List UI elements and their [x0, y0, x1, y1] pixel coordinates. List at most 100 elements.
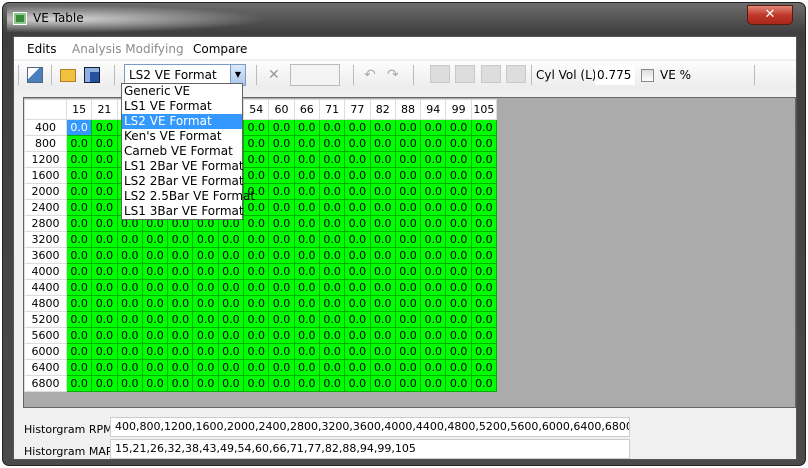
ve-cell[interactable]: 0.0: [445, 231, 472, 248]
ve-cell[interactable]: 0.0: [369, 311, 396, 328]
ve-cell[interactable]: 0.0: [369, 359, 396, 376]
ve-cell[interactable]: 0.0: [91, 279, 118, 296]
row-header[interactable]: 2400: [24, 199, 67, 216]
row-header[interactable]: 2800: [24, 215, 67, 232]
ve-cell[interactable]: 0.0: [217, 231, 245, 248]
ve-cell[interactable]: 0.0: [369, 151, 396, 168]
ve-cell[interactable]: 0.0: [268, 151, 295, 168]
ve-cell[interactable]: 0.0: [318, 167, 346, 184]
ve-cell[interactable]: 0.0: [369, 295, 396, 312]
ve-cell[interactable]: 0.0: [116, 231, 143, 248]
row-header[interactable]: 4800: [24, 295, 67, 312]
ve-cell[interactable]: 0.0: [293, 295, 320, 312]
ve-cell[interactable]: 0.0: [470, 375, 498, 392]
ve-cell[interactable]: 0.0: [65, 215, 93, 232]
ve-cell[interactable]: 0.0: [141, 279, 169, 296]
ve-cell[interactable]: 0.0: [91, 135, 118, 152]
ve-cell[interactable]: 0.0: [141, 327, 169, 344]
ve-cell[interactable]: 0.0: [217, 279, 245, 296]
ve-cell[interactable]: 0.0: [394, 375, 422, 392]
ve-cell[interactable]: 0.0: [344, 199, 371, 216]
ve-cell[interactable]: 0.0: [420, 311, 447, 328]
ve-cell[interactable]: 0.0: [217, 327, 245, 344]
ve-cell[interactable]: 0.0: [470, 119, 498, 136]
ve-cell[interactable]: 0.0: [394, 247, 422, 264]
ve-cell[interactable]: 0.0: [268, 295, 295, 312]
ve-cell[interactable]: 0.0: [268, 263, 295, 280]
ve-cell[interactable]: 0.0: [268, 327, 295, 344]
row-header[interactable]: 800: [24, 135, 67, 152]
value-input[interactable]: [290, 64, 340, 86]
histogram-map-input[interactable]: 15,21,26,32,38,43,49,54,60,66,71,77,82,8…: [110, 439, 630, 459]
ve-cell[interactable]: 0.0: [116, 295, 143, 312]
ve-cell[interactable]: 0.0: [293, 343, 320, 360]
ve-cell[interactable]: 0.0: [318, 135, 346, 152]
ve-cell[interactable]: 0.0: [217, 311, 245, 328]
ve-cell[interactable]: 0.0: [420, 263, 447, 280]
column-header[interactable]: 99: [445, 99, 472, 120]
ve-cell[interactable]: 0.0: [470, 167, 498, 184]
row-header[interactable]: 3200: [24, 231, 67, 248]
ve-cell[interactable]: 0.0: [268, 119, 295, 136]
ve-cell[interactable]: 0.0: [217, 375, 245, 392]
ve-cell[interactable]: 0.0: [141, 263, 169, 280]
ve-cell[interactable]: 0.0: [116, 359, 143, 376]
ve-cell[interactable]: 0.0: [91, 231, 118, 248]
ve-cell[interactable]: 0.0: [394, 311, 422, 328]
ve-cell[interactable]: 0.0: [116, 247, 143, 264]
row-header[interactable]: 6400: [24, 359, 67, 376]
ve-cell[interactable]: 0.0: [470, 135, 498, 152]
ve-cell[interactable]: 0.0: [243, 327, 270, 344]
ve-cell[interactable]: 0.0: [470, 215, 498, 232]
ve-cell[interactable]: 0.0: [192, 327, 219, 344]
menu-analysis-modifying[interactable]: Analysis Modifying: [72, 42, 184, 56]
ve-cell[interactable]: 0.0: [369, 167, 396, 184]
ve-cell[interactable]: 0.0: [470, 295, 498, 312]
column-header[interactable]: 60: [268, 99, 295, 120]
ve-cell[interactable]: 0.0: [420, 295, 447, 312]
row-header[interactable]: 4400: [24, 279, 67, 296]
ve-cell[interactable]: 0.0: [470, 199, 498, 216]
row-header[interactable]: 4000: [24, 263, 67, 280]
ve-cell[interactable]: 0.0: [91, 375, 118, 392]
ve-cell[interactable]: 0.0: [369, 327, 396, 344]
ve-cell[interactable]: 0.0: [293, 119, 320, 136]
ve-cell[interactable]: 0.0: [91, 183, 118, 200]
ve-cell[interactable]: 0.0: [318, 279, 346, 296]
ve-cell[interactable]: 0.0: [470, 359, 498, 376]
ve-cell[interactable]: 0.0: [470, 247, 498, 264]
ve-cell[interactable]: 0.0: [369, 135, 396, 152]
ve-cell[interactable]: 0.0: [65, 119, 93, 136]
row-header[interactable]: 400: [24, 119, 67, 136]
redo-icon[interactable]: ↷: [387, 67, 403, 83]
column-header[interactable]: 71: [318, 99, 346, 120]
ve-cell[interactable]: 0.0: [116, 375, 143, 392]
ve-cell[interactable]: 0.0: [192, 343, 219, 360]
ve-cell[interactable]: 0.0: [65, 375, 93, 392]
ve-cell[interactable]: 0.0: [91, 343, 118, 360]
ve-cell[interactable]: 0.0: [420, 359, 447, 376]
row-header[interactable]: 1600: [24, 167, 67, 184]
ve-cell[interactable]: 0.0: [344, 247, 371, 264]
ve-cell[interactable]: 0.0: [243, 247, 270, 264]
ve-cell[interactable]: 0.0: [470, 343, 498, 360]
ve-cell[interactable]: 0.0: [65, 295, 93, 312]
dropdown-option[interactable]: Generic VE: [122, 84, 242, 99]
ve-cell[interactable]: 0.0: [243, 295, 270, 312]
ve-cell[interactable]: 0.0: [293, 263, 320, 280]
ve-cell[interactable]: 0.0: [268, 311, 295, 328]
ve-cell[interactable]: 0.0: [394, 199, 422, 216]
ve-cell[interactable]: 0.0: [167, 343, 194, 360]
ve-cell[interactable]: 0.0: [420, 279, 447, 296]
ve-cell[interactable]: 0.0: [344, 215, 371, 232]
dropdown-option[interactable]: LS1 VE Format: [122, 99, 242, 114]
ve-cell[interactable]: 0.0: [192, 311, 219, 328]
ve-cell[interactable]: 0.0: [470, 279, 498, 296]
ve-cell[interactable]: 0.0: [420, 343, 447, 360]
ve-cell[interactable]: 0.0: [91, 327, 118, 344]
ve-cell[interactable]: 0.0: [369, 279, 396, 296]
column-header[interactable]: 77: [344, 99, 371, 120]
ve-cell[interactable]: 0.0: [91, 167, 118, 184]
column-header[interactable]: 54: [243, 99, 270, 120]
ve-cell[interactable]: 0.0: [420, 327, 447, 344]
